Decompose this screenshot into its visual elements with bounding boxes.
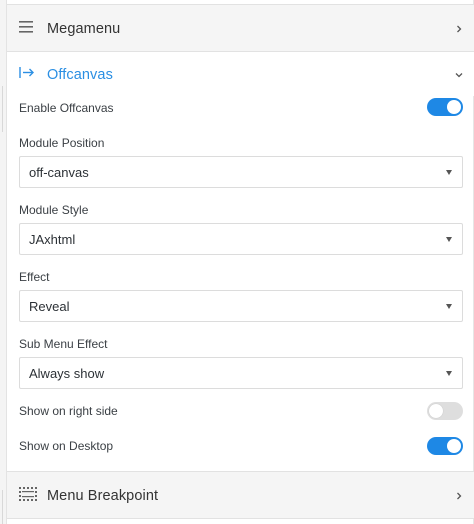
enable-offcanvas-toggle[interactable] (427, 98, 463, 116)
show-right-side-label: Show on right side (19, 404, 118, 418)
show-desktop-label: Show on Desktop (19, 439, 114, 453)
toggle-knob (429, 404, 443, 418)
offcanvas-title: Offcanvas (47, 67, 113, 83)
megamenu-section-header[interactable]: Megamenu (7, 4, 474, 52)
module-position-value: off-canvas (29, 165, 89, 180)
caret-down-icon (446, 170, 452, 175)
toggle-knob (447, 100, 461, 114)
show-desktop-toggle[interactable] (427, 437, 463, 455)
show-right-side-toggle[interactable] (427, 402, 463, 420)
settings-root: Megamenu Offcanvas Enable Offcanvas Modu… (0, 0, 474, 524)
breakpoint-grid-icon (19, 487, 37, 501)
effect-select[interactable]: Reveal (19, 290, 463, 322)
arrow-to-right-icon (19, 67, 34, 78)
megamenu-title: Megamenu (47, 21, 121, 37)
hamburger-icon (19, 21, 33, 33)
module-style-label: Module Style (19, 203, 89, 217)
menu-breakpoint-section-header[interactable]: Menu Breakpoint (7, 471, 474, 519)
sub-menu-effect-select[interactable]: Always show (19, 357, 463, 389)
sub-menu-effect-value: Always show (29, 366, 105, 381)
chevron-right-icon (457, 492, 462, 500)
caret-down-icon (446, 371, 452, 376)
toggle-knob (447, 439, 461, 453)
module-position-label: Module Position (19, 136, 105, 150)
chevron-down-icon (455, 73, 463, 78)
strip-divider (0, 86, 3, 132)
offcanvas-section-header[interactable]: Offcanvas (7, 52, 474, 96)
caret-down-icon (446, 237, 452, 242)
module-position-select[interactable]: off-canvas (19, 156, 463, 188)
strip-divider (0, 490, 3, 524)
chevron-right-icon (457, 25, 462, 33)
effect-label: Effect (19, 270, 50, 284)
effect-value: Reveal (29, 299, 70, 314)
caret-down-icon (446, 304, 452, 309)
menu-breakpoint-title: Menu Breakpoint (47, 488, 159, 504)
module-style-value: JAxhtml (29, 232, 76, 247)
settings-panel: Megamenu Offcanvas Enable Offcanvas Modu… (7, 0, 474, 524)
module-style-select[interactable]: JAxhtml (19, 223, 463, 255)
left-edge-strip (0, 0, 7, 524)
sub-menu-effect-label: Sub Menu Effect (19, 337, 108, 351)
enable-offcanvas-label: Enable Offcanvas (19, 101, 114, 115)
